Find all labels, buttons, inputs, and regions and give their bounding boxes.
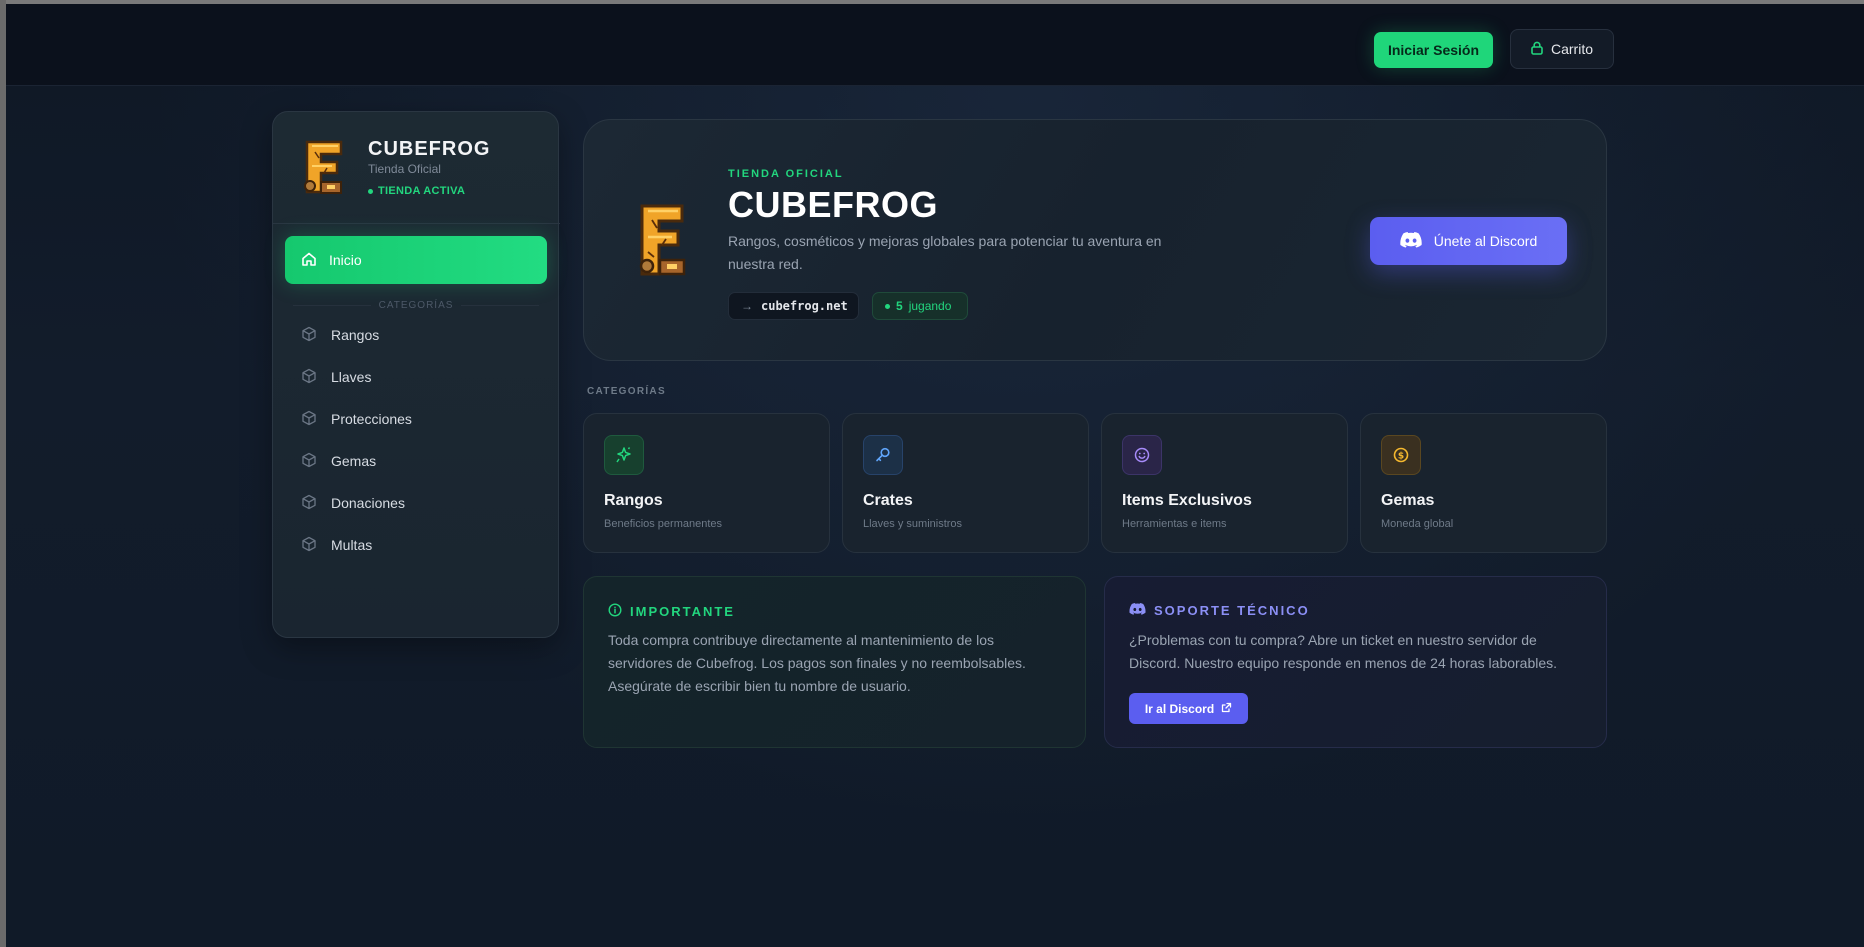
go-to-discord-label: Ir al Discord xyxy=(1144,701,1215,716)
store-status-badge: TIENDA ACTIVA xyxy=(368,185,465,197)
category-card-items-exclusivos[interactable]: Items Exclusivos Herramientas e items xyxy=(1101,413,1348,553)
sidebar-header: CUBEFROG Tienda Oficial TIENDA ACTIVA xyxy=(273,112,560,224)
hero-description: Rangos, cosméticos y mejoras globales pa… xyxy=(728,233,1162,272)
status-dot-icon xyxy=(368,188,373,194)
cart-label: Carrito xyxy=(1550,41,1593,57)
sidebar-item-label: Protecciones xyxy=(331,411,412,427)
sidebar-item-gemas[interactable]: Gemas xyxy=(285,439,547,483)
external-link-icon xyxy=(1221,702,1232,716)
lock-icon xyxy=(1531,41,1543,58)
cube-icon xyxy=(301,410,317,429)
important-text: Toda compra contribuye directamente al m… xyxy=(608,632,1026,694)
categories-heading: CATEGORÍAS xyxy=(587,386,666,397)
svg-text:$: $ xyxy=(1398,451,1404,461)
sidebar-item-rangos[interactable]: Rangos xyxy=(285,313,547,357)
players-online-count: 5 xyxy=(896,299,903,313)
sidebar-item-home[interactable]: Inicio xyxy=(285,236,547,284)
category-card-subtitle: Moneda global xyxy=(1381,518,1454,530)
category-card-title: Rangos xyxy=(604,492,663,509)
online-dot-icon xyxy=(885,303,890,309)
support-heading-label: SOPORTE TÉCNICO xyxy=(1154,603,1310,618)
support-heading: SOPORTE TÉCNICO xyxy=(1129,603,1310,618)
cart-button[interactable]: Carrito xyxy=(1510,29,1614,69)
important-heading: IMPORTANTE xyxy=(608,603,735,620)
sidebar-subtitle: Tienda Oficial xyxy=(368,162,441,176)
players-online-chip: 5 jugando xyxy=(872,292,968,320)
cube-icon xyxy=(301,536,317,555)
store-status-label: TIENDA ACTIVA xyxy=(378,185,466,197)
sidebar-item-multas[interactable]: Multas xyxy=(285,523,547,567)
sidebar-item-label: Inicio xyxy=(329,252,362,268)
sidebar-item-label: Rangos xyxy=(331,327,380,343)
cube-icon xyxy=(301,368,317,387)
server-domain: cubefrog.net xyxy=(761,299,848,313)
category-card-title: Items Exclusivos xyxy=(1122,492,1252,509)
sidebar-item-label: Gemas xyxy=(331,453,377,469)
sidebar-item-llaves[interactable]: Llaves xyxy=(285,355,547,399)
coin-icon: $ xyxy=(1381,435,1421,475)
category-card-subtitle: Llaves y suministros xyxy=(863,518,963,530)
discord-icon xyxy=(1400,231,1422,251)
cube-icon xyxy=(301,452,317,471)
join-discord-label: Únete al Discord xyxy=(1433,233,1538,249)
cubefrog-logo xyxy=(303,138,347,196)
server-domain-chip[interactable]: → cubefrog.net xyxy=(728,292,859,320)
top-bar: Iniciar Sesión Carrito xyxy=(6,4,1864,86)
sidebar-item-label: Donaciones xyxy=(331,495,405,511)
sparkle-icon xyxy=(604,435,644,475)
sidebar-item-protecciones[interactable]: Protecciones xyxy=(285,397,547,441)
category-card-subtitle: Herramientas e items xyxy=(1122,518,1227,530)
sidebar-item-label: Multas xyxy=(331,537,373,553)
join-discord-button[interactable]: Únete al Discord xyxy=(1370,217,1567,265)
important-heading-label: IMPORTANTE xyxy=(630,604,735,619)
hero-title: CUBEFROG xyxy=(728,184,938,225)
category-card-gemas[interactable]: $ Gemas Moneda global xyxy=(1360,413,1607,553)
hero-banner: TIENDA OFICIAL CUBEFROG Rangos, cosmétic… xyxy=(583,119,1607,361)
cube-icon xyxy=(301,326,317,345)
discord-icon xyxy=(1129,603,1146,618)
sidebar-categories-heading: CATEGORÍAS xyxy=(285,298,547,312)
go-to-discord-button[interactable]: Ir al Discord xyxy=(1129,693,1248,724)
key-icon xyxy=(863,435,903,475)
info-icon xyxy=(608,603,622,620)
important-notice: IMPORTANTE Toda compra contribuye direct… xyxy=(583,576,1086,748)
home-icon xyxy=(301,251,317,270)
category-card-title: Crates xyxy=(863,492,913,509)
players-online-label: jugando xyxy=(908,299,952,313)
smile-icon xyxy=(1122,435,1162,475)
sidebar-item-label: Llaves xyxy=(331,369,372,385)
window-frame-left xyxy=(0,0,6,947)
login-button[interactable]: Iniciar Sesión xyxy=(1374,32,1493,68)
category-card-rangos[interactable]: Rangos Beneficios permanentes xyxy=(583,413,830,553)
cube-icon xyxy=(301,494,317,513)
support-panel: SOPORTE TÉCNICO ¿Problemas con tu compra… xyxy=(1104,576,1607,748)
category-card-crates[interactable]: Crates Llaves y suministros xyxy=(842,413,1089,553)
hero-kicker: TIENDA OFICIAL xyxy=(728,168,844,180)
arrow-right-icon: → xyxy=(741,299,753,313)
sidebar: CUBEFROG Tienda Oficial TIENDA ACTIVA In… xyxy=(272,111,560,638)
category-card-title: Gemas xyxy=(1381,492,1435,509)
support-text: ¿Problemas con tu compra? Abre un ticket… xyxy=(1129,632,1558,671)
category-card-subtitle: Beneficios permanentes xyxy=(604,518,723,530)
cubefrog-logo xyxy=(638,202,688,278)
sidebar-title: CUBEFROG xyxy=(368,138,491,160)
sidebar-item-donaciones[interactable]: Donaciones xyxy=(285,481,547,525)
